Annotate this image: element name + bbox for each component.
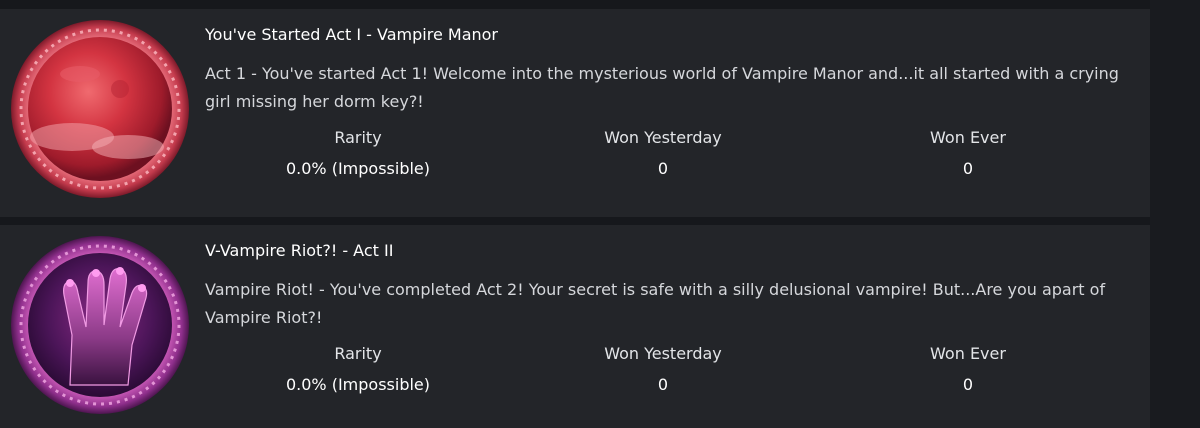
won-ever-value: 0	[962, 375, 974, 394]
won-yesterday-value: 0	[657, 375, 669, 394]
won-ever-label: Won Ever	[930, 344, 1006, 363]
achievement-title: V-Vampire Riot?! - Act II	[205, 241, 394, 260]
won-ever-label: Won Ever	[930, 128, 1006, 147]
won-ever-value: 0	[962, 159, 974, 178]
red-moon-badge-icon	[10, 19, 190, 199]
won-yesterday-label: Won Yesterday	[604, 344, 722, 363]
achievement-description: Vampire Riot! - You've completed Act 2! …	[205, 280, 1106, 327]
achievement-card[interactable]: V-Vampire Riot?! - Act II Vampire Riot! …	[0, 225, 1150, 428]
rarity-label: Rarity	[334, 128, 382, 147]
rarity-stat: Rarity 0.0% (Impossible)	[208, 344, 508, 404]
right-rail	[1150, 0, 1200, 428]
won-ever-stat: Won Ever 0	[818, 344, 1118, 404]
rarity-label: Rarity	[334, 344, 382, 363]
won-yesterday-label: Won Yesterday	[604, 128, 722, 147]
achievement-card[interactable]: You've Started Act I - Vampire Manor Act…	[0, 9, 1150, 217]
rarity-stat: Rarity 0.0% (Impossible)	[208, 128, 508, 188]
achievements-page: You've Started Act I - Vampire Manor Act…	[0, 0, 1200, 428]
clawed-hand-badge-icon	[10, 235, 190, 415]
rarity-value: 0.0% (Impossible)	[285, 375, 431, 394]
won-yesterday-stat: Won Yesterday 0	[513, 128, 813, 188]
achievement-description: Act 1 - You've started Act 1! Welcome in…	[205, 64, 1119, 111]
won-ever-stat: Won Ever 0	[818, 128, 1118, 188]
won-yesterday-stat: Won Yesterday 0	[513, 344, 813, 404]
rarity-value: 0.0% (Impossible)	[285, 159, 431, 178]
achievement-title: You've Started Act I - Vampire Manor	[205, 25, 498, 44]
won-yesterday-value: 0	[657, 159, 669, 178]
